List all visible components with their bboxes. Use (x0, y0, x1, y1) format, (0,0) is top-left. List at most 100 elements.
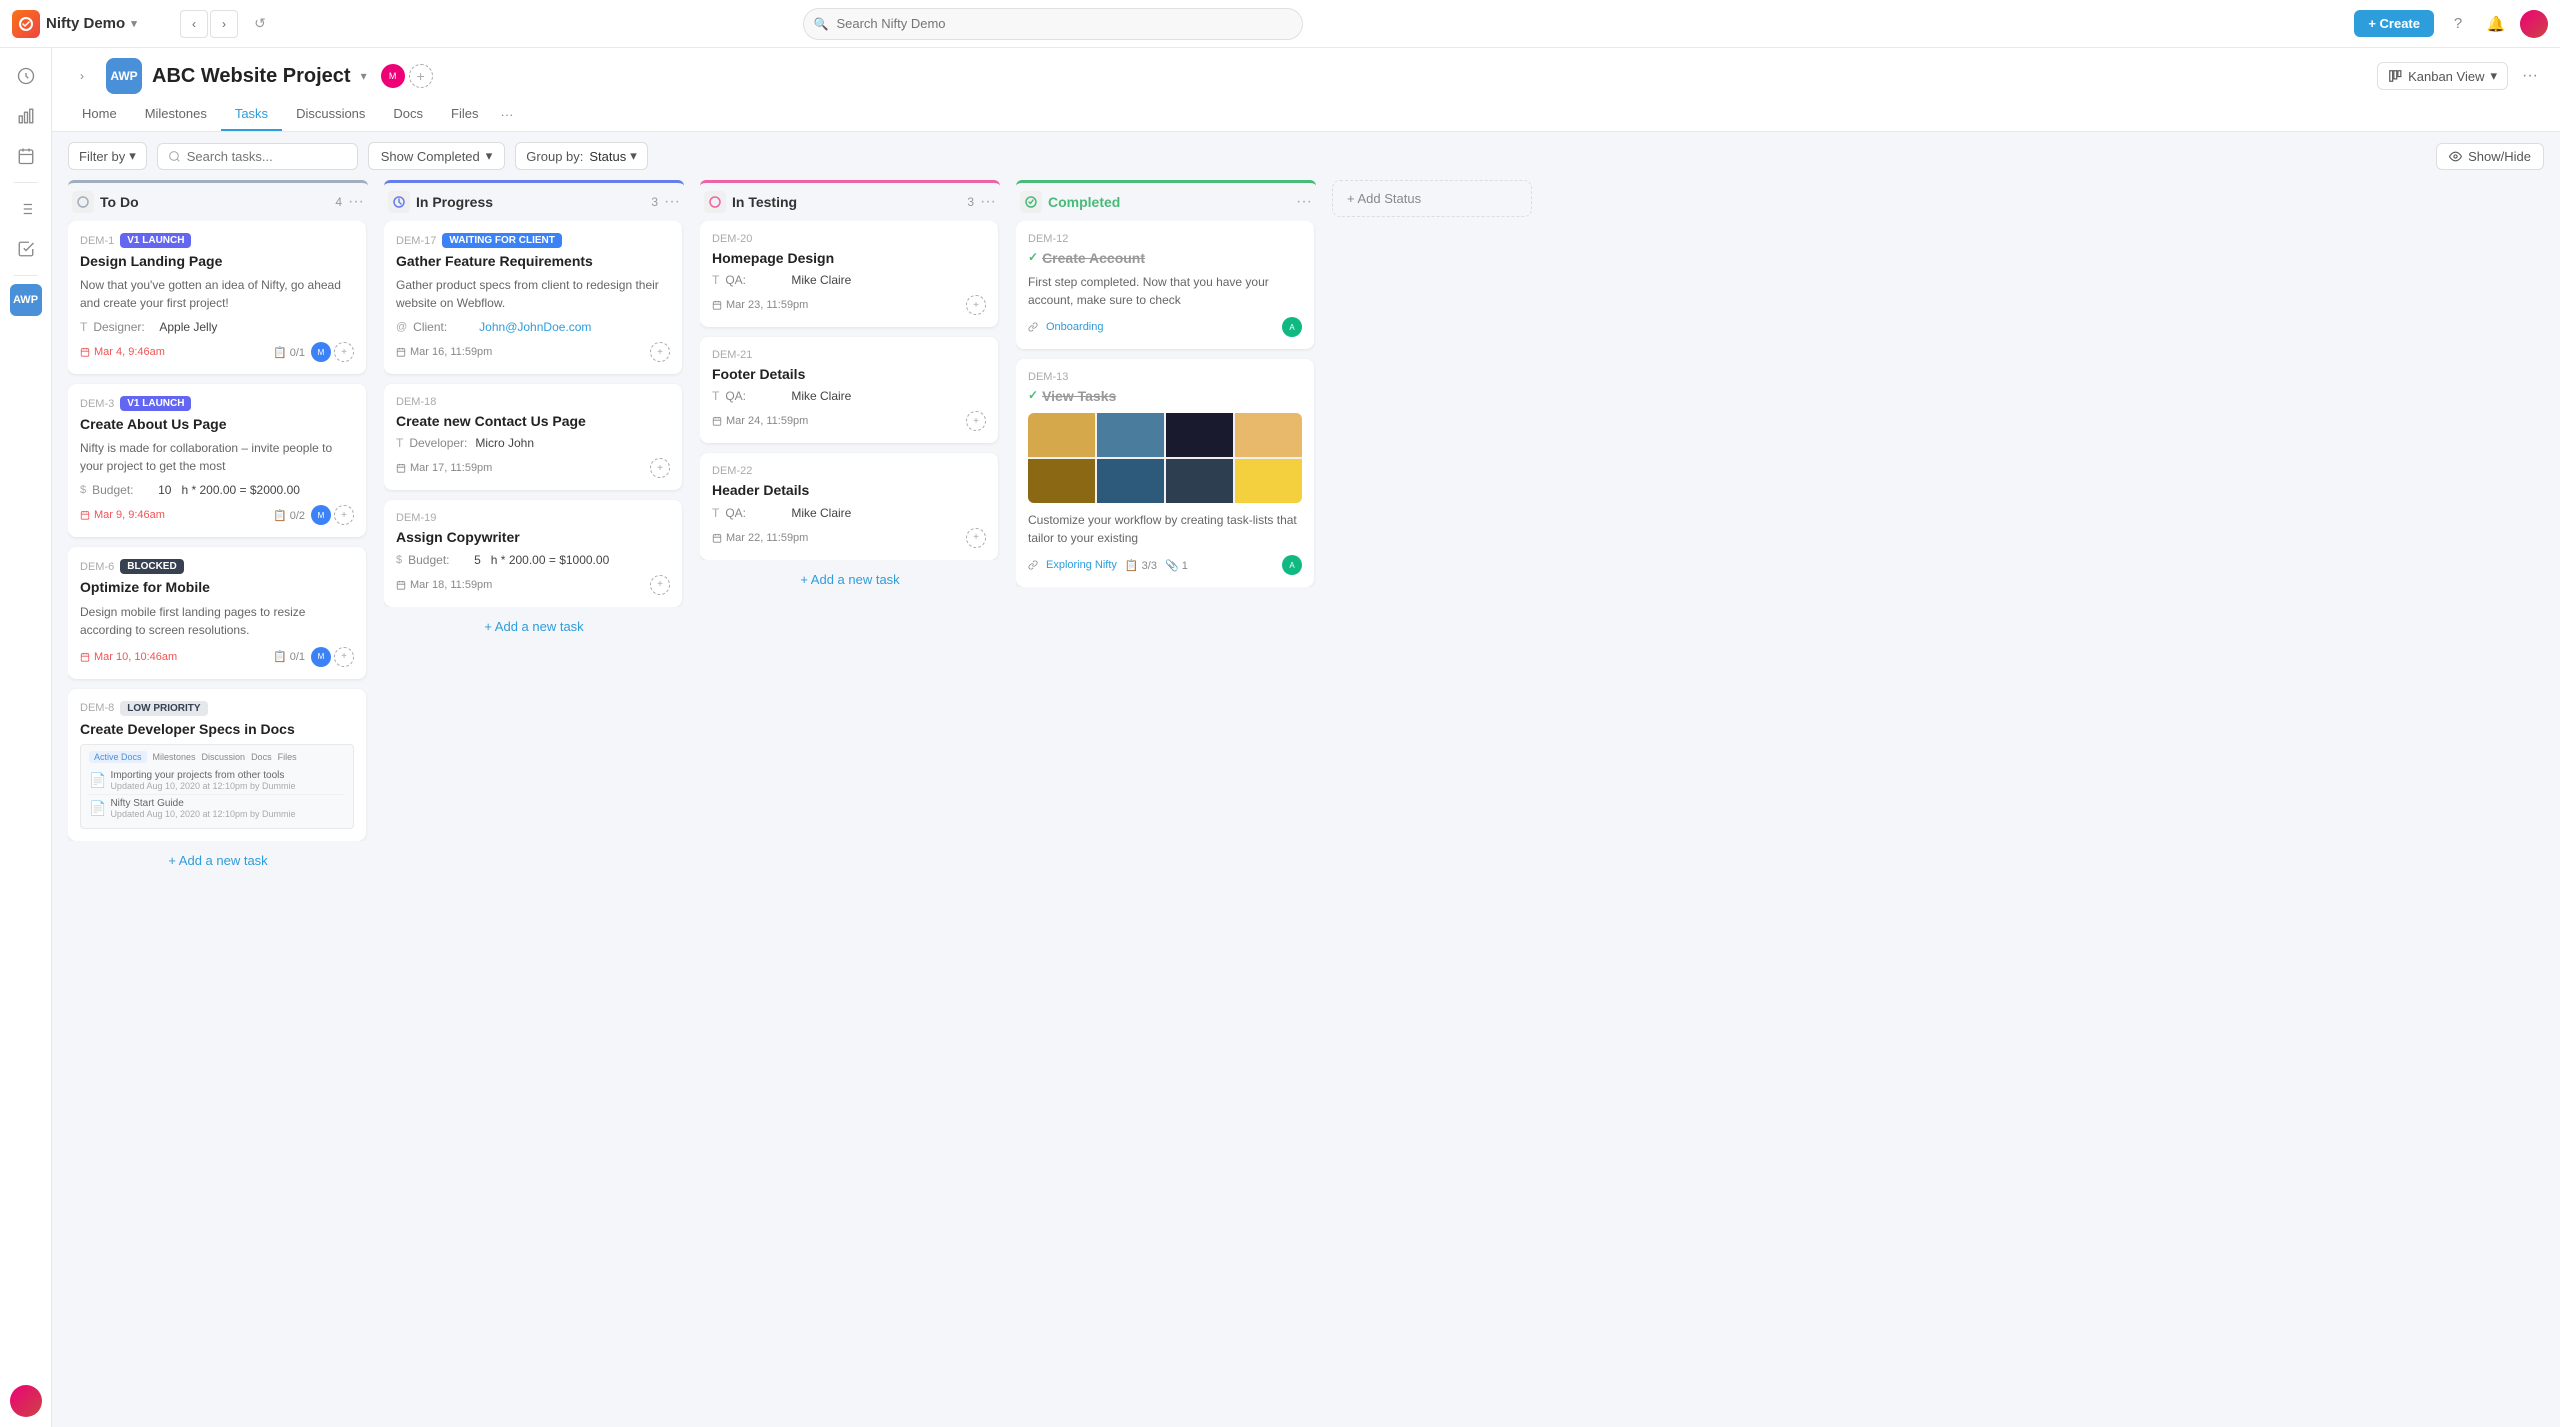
show-completed-button[interactable]: Show Completed ▾ (368, 142, 506, 170)
nav-forward-button[interactable]: › (210, 10, 238, 38)
doc-item-1: 📄 Importing your projects from other too… (89, 767, 345, 795)
add-member-button[interactable]: + (409, 64, 433, 88)
col-testing-add-task-button[interactable]: + Add a new task (700, 564, 1000, 595)
card-dem-13-check-icon: ✓ (1028, 388, 1038, 404)
card-dem-22-add-avatar[interactable]: + (966, 528, 986, 548)
project-dropdown-button[interactable]: ▾ (361, 69, 367, 83)
tab-tasks[interactable]: Tasks (221, 98, 282, 131)
card-dem-1[interactable]: DEM-1 V1 LAUNCH Design Landing Page Now … (68, 221, 366, 374)
search-tasks-input[interactable] (187, 149, 347, 164)
card-dem-6[interactable]: DEM-6 BLOCKED Optimize for Mobile Design… (68, 547, 366, 678)
card-dem-1-avatars: M + (311, 342, 354, 362)
col-testing-more-button[interactable]: ··· (980, 193, 996, 211)
sidebar-tasks-icon[interactable] (8, 231, 44, 267)
notifications-button[interactable]: 🔔 (2482, 10, 2510, 38)
tab-discussions[interactable]: Discussions (282, 98, 379, 131)
sidebar-list-icon[interactable] (8, 191, 44, 227)
card-dem-13-attachment-count: 📎 1 (1165, 559, 1188, 572)
app-name: Nifty Demo (46, 15, 125, 32)
top-nav: Nifty Demo ▾ ‹ › ↺ 🔍 + Create ? 🔔 (0, 0, 2560, 48)
card-dem-1-meta: Mar 4, 9:46am 📋 0/1 M + (80, 342, 354, 362)
card-dem-12[interactable]: DEM-12 ✓ Create Account First step compl… (1016, 221, 1314, 349)
sidebar-user-avatar[interactable] (10, 1385, 42, 1417)
card-dem-12-onboarding-link[interactable]: Onboarding (1046, 321, 1104, 333)
card-dem-13-exploring-link[interactable]: Exploring Nifty (1046, 559, 1117, 571)
show-hide-button[interactable]: Show/Hide (2436, 143, 2544, 170)
card-dem-1-add-avatar[interactable]: + (334, 342, 354, 362)
create-button[interactable]: + Create (2354, 10, 2434, 37)
sidebar-calendar-icon[interactable] (8, 138, 44, 174)
card-dem-1-desc: Now that you've gotten an idea of Nifty,… (80, 276, 354, 312)
sidebar-analytics-icon[interactable] (8, 98, 44, 134)
card-dem-12-desc: First step completed. Now that you have … (1028, 273, 1302, 309)
col-inprogress-add-task-button[interactable]: + Add a new task (384, 611, 684, 642)
card-dem-21-field-label: QA: (725, 389, 785, 403)
card-dem-20-add-avatar[interactable]: + (966, 295, 986, 315)
app-logo-icon (12, 10, 40, 38)
card-dem-1-tasks: 📋 0/1 (273, 346, 305, 359)
card-dem-17-field-value[interactable]: John@JohnDoe.com (479, 320, 591, 334)
col-completed-title: Completed (1048, 194, 1290, 210)
card-dem-6-tasks: 📋 0/1 (273, 650, 305, 663)
col-todo-add-task-button[interactable]: + Add a new task (68, 845, 368, 876)
card-dem-13[interactable]: DEM-13 ✓ View Tasks (1016, 359, 1314, 587)
tab-files[interactable]: Files (437, 98, 492, 131)
card-dem-19-add-avatar[interactable]: + (650, 575, 670, 595)
card-dem-6-id: DEM-6 BLOCKED (80, 559, 354, 574)
card-dem-13-tasks-count: 📋 3/3 (1125, 559, 1157, 572)
card-dem-12-title-text: Create Account (1042, 249, 1145, 267)
card-dem-13-link-icon (1028, 560, 1038, 570)
search-input[interactable] (803, 8, 1303, 40)
tab-home[interactable]: Home (68, 98, 131, 131)
sidebar-bottom (10, 1385, 42, 1417)
col-testing-cards: DEM-20 Homepage Design T QA: Mike Claire… (700, 221, 1000, 560)
card-dem-19[interactable]: DEM-19 Assign Copywriter $ Budget: 5 h *… (384, 500, 682, 606)
card-dem-8-badge: LOW PRIORITY (120, 701, 207, 716)
filter-button[interactable]: Filter by ▾ (68, 142, 147, 170)
card-dem-17[interactable]: DEM-17 WAITING FOR CLIENT Gather Feature… (384, 221, 682, 374)
card-dem-21[interactable]: DEM-21 Footer Details T QA: Mike Claire … (700, 337, 998, 443)
card-dem-22[interactable]: DEM-22 Header Details T QA: Mike Claire … (700, 453, 998, 559)
sidebar-toggle-button[interactable]: › (68, 62, 96, 90)
sidebar-home-icon[interactable] (8, 58, 44, 94)
col-todo-more-button[interactable]: ··· (348, 193, 364, 211)
card-dem-12-title: ✓ Create Account (1028, 249, 1302, 267)
card-dem-17-title: Gather Feature Requirements (396, 252, 670, 270)
add-status-button[interactable]: + Add Status (1332, 180, 1532, 217)
member-avatars: M + (381, 64, 433, 88)
column-todo: To Do 4 ··· DEM-1 V1 LAUNCH Design Landi… (68, 180, 368, 876)
tab-milestones[interactable]: Milestones (131, 98, 221, 131)
card-dem-8[interactable]: DEM-8 LOW PRIORITY Create Developer Spec… (68, 689, 366, 841)
card-dem-18-add-avatar[interactable]: + (650, 458, 670, 478)
card-dem-17-add-avatar[interactable]: + (650, 342, 670, 362)
filter-dropdown-icon: ▾ (129, 148, 136, 164)
preview-cell-5 (1028, 459, 1095, 503)
group-by-selector[interactable]: Group by: Status ▾ (515, 142, 647, 170)
col-todo-title: To Do (100, 194, 329, 210)
card-dem-20[interactable]: DEM-20 Homepage Design T QA: Mike Claire… (700, 221, 998, 327)
project-avatar-sidebar[interactable]: AWP (10, 284, 42, 316)
col-testing-title: In Testing (732, 194, 961, 210)
col-completed-more-button[interactable]: ··· (1296, 193, 1312, 211)
card-dem-3-add-avatar[interactable]: + (334, 505, 354, 525)
member-avatar-1[interactable]: M (381, 64, 405, 88)
kanban-view-button[interactable]: Kanban View ▾ (2377, 62, 2508, 90)
history-button[interactable]: ↺ (246, 10, 274, 38)
app-logo[interactable]: Nifty Demo ▾ (12, 10, 172, 38)
user-avatar[interactable] (2520, 10, 2548, 38)
card-dem-6-add-avatar[interactable]: + (334, 647, 354, 667)
app-dropdown-icon[interactable]: ▾ (131, 17, 137, 30)
preview-cell-1 (1028, 413, 1095, 457)
nav-back-button[interactable]: ‹ (180, 10, 208, 38)
tab-docs[interactable]: Docs (379, 98, 437, 131)
card-dem-18[interactable]: DEM-18 Create new Contact Us Page T Deve… (384, 384, 682, 490)
card-dem-13-avatars: A (1282, 555, 1302, 575)
tab-more[interactable]: ··· (493, 99, 522, 130)
card-dem-17-desc: Gather product specs from client to rede… (396, 276, 670, 312)
col-inprogress-more-button[interactable]: ··· (664, 193, 680, 211)
help-button[interactable]: ? (2444, 10, 2472, 38)
column-testing: In Testing 3 ··· DEM-20 Homepage Design … (700, 180, 1000, 595)
header-more-button[interactable]: ··· (2516, 62, 2544, 90)
card-dem-3[interactable]: DEM-3 V1 LAUNCH Create About Us Page Nif… (68, 384, 366, 537)
card-dem-21-add-avatar[interactable]: + (966, 411, 986, 431)
